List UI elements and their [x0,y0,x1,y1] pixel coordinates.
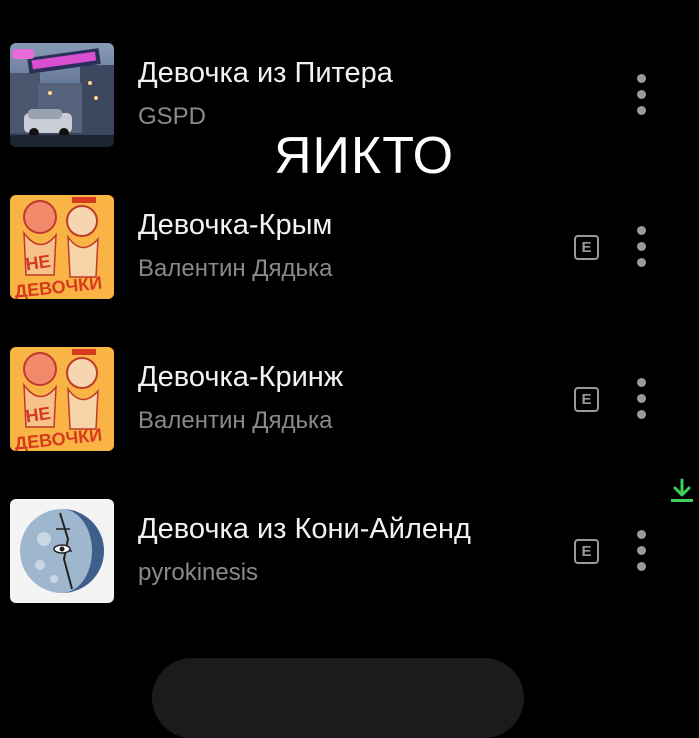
track-row[interactable]: Девочка из Кони-Айленд pyrokinesis E [0,499,699,609]
explicit-icon: E [574,387,599,412]
album-cover: НЕ ДЕВОЧКИ [10,347,114,451]
more-vertical-icon[interactable] [626,71,658,117]
bottom-action-pill[interactable] [152,658,524,738]
track-artist: GSPD [138,103,207,130]
svg-text:НЕ: НЕ [24,251,52,274]
explicit-icon: E [574,539,599,564]
city-night-cover-image [10,43,114,147]
track-title: Девочка из Питера [138,57,393,89]
more-vertical-icon[interactable] [626,223,658,269]
track-artist: Валентин Дядька [138,407,333,434]
moon-sketch-cover-image [10,499,114,603]
album-cover [10,499,114,603]
svg-text:НЕ: НЕ [24,403,52,426]
track-artist: Валентин Дядька [138,255,333,282]
more-vertical-icon[interactable] [626,527,658,573]
track-title: Девочка из Кони-Айленд [138,513,471,545]
album-cover: НЕ ДЕВОЧКИ [10,195,114,299]
orange-girls-cover-image: НЕ ДЕВОЧКИ [10,195,114,299]
track-row[interactable]: НЕ ДЕВОЧКИ Девочка-Крым Валентин Дядька … [0,195,699,305]
track-title: Девочка-Крым [138,209,333,241]
orange-girls-cover-image: НЕ ДЕВОЧКИ [10,347,114,451]
track-row[interactable]: НЕ ДЕВОЧКИ Девочка-Кринж Валентин Дядька… [0,347,699,457]
overlay-caption: ЯИКТО [274,127,455,185]
track-title: Девочка-Кринж [138,361,344,393]
album-cover [10,43,114,147]
track-artist: pyrokinesis [138,559,259,586]
more-vertical-icon[interactable] [626,375,658,421]
explicit-icon: E [574,235,599,260]
